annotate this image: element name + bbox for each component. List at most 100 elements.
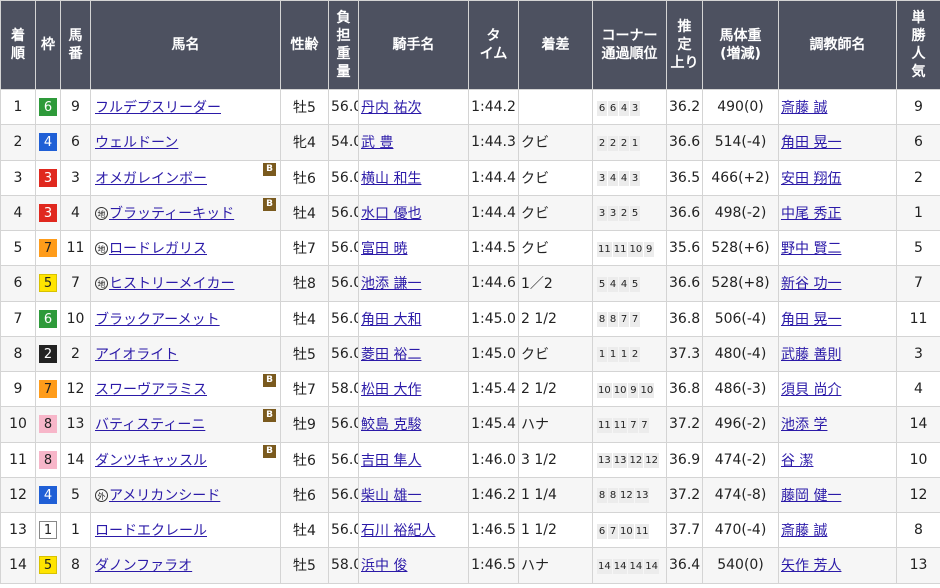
- jockey-link[interactable]: 浜中 俊: [361, 558, 407, 574]
- corner-position: 14: [597, 558, 612, 574]
- last-cell: 36.6: [666, 194, 703, 232]
- header-margin[interactable]: 着差: [518, 0, 593, 90]
- jockey-link[interactable]: 水口 優也: [361, 206, 421, 222]
- horse-link[interactable]: フルデプスリーダー: [95, 100, 221, 116]
- last-cell: 37.3: [666, 335, 703, 373]
- trainer-link[interactable]: 藤岡 健一: [781, 488, 841, 504]
- jockey-link[interactable]: 菱田 裕二: [361, 347, 421, 363]
- trainer-link[interactable]: 安田 翔伍: [781, 171, 841, 187]
- jockey-link[interactable]: 横山 和生: [361, 171, 421, 187]
- corner-position: 4: [619, 276, 629, 292]
- horse-link[interactable]: ヒストリーメイカー: [109, 276, 234, 292]
- header-umaban[interactable]: 馬 番: [60, 0, 91, 90]
- corner-position: 9: [628, 382, 639, 398]
- time-cell: 1:46.2: [468, 476, 519, 514]
- sexage-cell: 牡6: [280, 159, 329, 196]
- waku-cell: 4: [35, 124, 61, 161]
- waku-cell: 5: [35, 547, 61, 584]
- umaban-cell: 10: [60, 300, 91, 337]
- corner-position: 11: [612, 417, 628, 433]
- waku-badge: 4: [39, 485, 57, 504]
- corner-position: 2: [630, 347, 640, 363]
- time-cell: 1:46.5: [468, 511, 519, 549]
- table-row: 657地ヒストリーメイカー牡856.0池添 謙一1:44.61／2544536.…: [0, 265, 940, 302]
- table-row: 333オメガレインボーB牡656.0横山 和生1:44.4クビ344336.54…: [0, 159, 940, 196]
- corner-position: 6: [597, 100, 607, 116]
- trainer-link[interactable]: 斎藤 誠: [781, 100, 827, 116]
- trainer-link[interactable]: 新谷 功一: [781, 276, 841, 292]
- corner-position: 7: [639, 417, 650, 433]
- header-pop[interactable]: 単 勝 人 気: [896, 0, 940, 90]
- table-row: 1311ロードエクレール牡456.0石川 裕紀人1:46.51 1/267101…: [0, 511, 940, 549]
- jockey-link[interactable]: 富田 暁: [361, 241, 407, 257]
- header-waku[interactable]: 枠: [35, 0, 61, 90]
- header-rank[interactable]: 着 順: [0, 0, 36, 90]
- table-row: 434地ブラッティーキッドB牡456.0水口 優也1:44.4クビ332536.…: [0, 194, 940, 232]
- trainer-link[interactable]: 池添 学: [781, 417, 827, 433]
- horse-link[interactable]: オメガレインボー: [95, 171, 207, 187]
- horse-link[interactable]: アメリカンシード: [109, 488, 220, 504]
- jockey-link[interactable]: 鮫島 克駿: [361, 417, 421, 433]
- trainer-link[interactable]: 角田 晃一: [781, 135, 841, 151]
- jockey-link[interactable]: 角田 大和: [361, 312, 421, 328]
- jockey-link[interactable]: 松田 大作: [361, 382, 421, 398]
- corner-position: 5: [597, 276, 607, 292]
- time-cell: 1:45.4: [468, 370, 519, 408]
- corner-position: 3: [630, 100, 640, 116]
- corner-cell: 10 10 9 10: [592, 370, 667, 408]
- horse-link[interactable]: ブラッティーキッド: [109, 206, 234, 222]
- waku-badge: 3: [39, 168, 57, 187]
- waku-cell: 8: [35, 406, 61, 443]
- sexage-cell: 牡9: [280, 406, 329, 443]
- trainer-cell: 須貝 尚介: [778, 370, 897, 408]
- umaban-cell: 12: [60, 370, 91, 408]
- header-trainer[interactable]: 調教師名: [778, 0, 897, 90]
- header-sexage[interactable]: 性齢: [280, 0, 329, 90]
- jockey-link[interactable]: 丹内 祐次: [361, 100, 421, 116]
- header-horse[interactable]: 馬名: [90, 0, 281, 90]
- jockey-link[interactable]: 石川 裕紀人: [361, 523, 435, 539]
- waku-badge: 2: [39, 344, 57, 363]
- sexage-cell: 牡5: [280, 88, 329, 126]
- trainer-link[interactable]: 斎藤 誠: [781, 523, 827, 539]
- header-corner[interactable]: コーナー 通過順位: [592, 0, 667, 90]
- jockey-cell: 吉田 隼人: [358, 441, 469, 478]
- jockey-link[interactable]: 柴山 雄一: [361, 488, 421, 504]
- header-weight[interactable]: 負 担 重 量: [328, 0, 359, 90]
- trainer-link[interactable]: 中尾 秀正: [781, 206, 841, 222]
- horse-link[interactable]: ダンツキャッスル: [95, 453, 207, 469]
- bodyweight-cell: 514(-4): [702, 124, 779, 161]
- horse-link[interactable]: バティスティーニ: [95, 417, 205, 433]
- waku-cell: 5: [35, 265, 61, 302]
- jockey-link[interactable]: 吉田 隼人: [361, 453, 421, 469]
- waku-cell: 6: [35, 88, 61, 126]
- corner-position: 14: [644, 558, 659, 574]
- jockey-link[interactable]: 池添 謙一: [361, 276, 421, 292]
- trainer-link[interactable]: 谷 潔: [781, 453, 813, 469]
- header-last[interactable]: 推 定 上り: [666, 0, 703, 90]
- corner-cell: 6 7 10 11: [592, 511, 667, 549]
- horse-link[interactable]: ロードレガリス: [109, 241, 207, 257]
- corner-position: 2: [597, 135, 607, 151]
- trainer-cell: 斎藤 誠: [778, 88, 897, 126]
- corner-cell: 8 8 12 13: [592, 476, 667, 514]
- race-result-table: 着 順 枠 馬 番 馬名 性齢 負 担 重 量 騎手名 タ イム 着差 コーナー…: [0, 0, 940, 584]
- trainer-link[interactable]: 矢作 芳人: [781, 558, 841, 574]
- header-bodyweight[interactable]: 馬体重 (増減): [702, 0, 779, 90]
- horse-link[interactable]: ウェルドーン: [95, 135, 178, 151]
- trainer-link[interactable]: 野中 賢二: [781, 241, 841, 257]
- corner-position: 7: [619, 312, 629, 328]
- horse-link[interactable]: ブラックアーメット: [95, 312, 220, 328]
- corner-position: 11: [597, 417, 612, 433]
- header-time[interactable]: タ イム: [468, 0, 519, 90]
- trainer-link[interactable]: 角田 晃一: [781, 312, 841, 328]
- horse-link[interactable]: スワーヴアラミス: [95, 382, 207, 398]
- jockey-cell: 水口 優也: [358, 194, 469, 232]
- trainer-link[interactable]: 武藤 善則: [781, 347, 841, 363]
- jockey-link[interactable]: 武 豊: [361, 135, 393, 151]
- header-jockey[interactable]: 騎手名: [358, 0, 469, 90]
- horse-link[interactable]: アイオライト: [95, 347, 178, 363]
- horse-link[interactable]: ダノンファラオ: [95, 558, 192, 574]
- horse-link[interactable]: ロードエクレール: [95, 523, 207, 539]
- trainer-link[interactable]: 須貝 尚介: [781, 382, 841, 398]
